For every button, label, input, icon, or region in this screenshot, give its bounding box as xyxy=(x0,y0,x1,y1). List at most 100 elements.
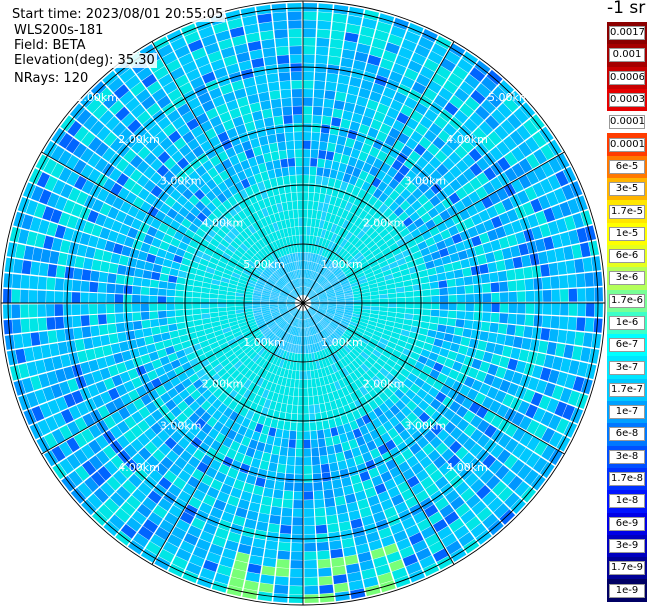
range-gate xyxy=(318,3,333,13)
range-gate xyxy=(56,265,66,278)
range-gate xyxy=(290,378,295,388)
range-gate xyxy=(480,273,491,284)
range-gate xyxy=(304,551,317,560)
range-gate xyxy=(506,324,516,336)
range-label: 5.00km xyxy=(243,258,285,271)
range-gate xyxy=(140,311,150,320)
range-gate xyxy=(420,321,430,329)
range-gate xyxy=(292,396,299,406)
range-gate xyxy=(318,567,332,577)
range-gate xyxy=(235,306,244,311)
range-gate xyxy=(276,176,284,186)
range-gate xyxy=(243,305,253,310)
colorbar: 0.0017 0.001 0.0006 0.0003 0.00017 0.0001 6e-5… xyxy=(607,22,647,602)
range-gate xyxy=(46,304,55,317)
colorbar-tick-label: 3e-8 xyxy=(609,449,645,464)
range-gate xyxy=(169,330,179,339)
colorbar-swatch: 0.0006 xyxy=(607,66,647,89)
range-gate xyxy=(303,422,310,431)
range-gate xyxy=(323,168,331,178)
range-gate xyxy=(299,235,303,244)
range-gate xyxy=(303,457,312,466)
range-gate xyxy=(254,119,265,130)
range-gate xyxy=(124,321,134,332)
range-gate xyxy=(256,127,267,138)
range-gate xyxy=(28,290,38,303)
range-gate xyxy=(107,323,117,334)
range-gate xyxy=(303,448,311,457)
range-gate xyxy=(288,166,296,176)
range-gate xyxy=(303,200,308,210)
range-gate xyxy=(430,288,440,296)
range-gate xyxy=(340,57,354,68)
range-gate xyxy=(551,289,560,302)
range-gate xyxy=(395,317,404,324)
range-gate xyxy=(420,276,430,284)
range-gate xyxy=(313,97,324,107)
range-gate xyxy=(81,326,92,338)
range-gate xyxy=(93,248,104,261)
range-gate xyxy=(308,396,314,405)
range-gate xyxy=(263,152,272,163)
range-gate xyxy=(325,151,335,161)
range-gate xyxy=(331,557,345,567)
range-gate xyxy=(280,89,292,99)
range-gate xyxy=(512,256,523,269)
colorbar-swatch: 0.0001 xyxy=(607,133,647,156)
range-gate xyxy=(265,125,276,136)
range-gate xyxy=(37,290,46,303)
range-gate xyxy=(303,80,314,89)
range-gate xyxy=(46,277,56,290)
range-gate xyxy=(476,254,487,265)
range-gate xyxy=(311,378,317,388)
range-gate xyxy=(291,542,303,552)
range-gate xyxy=(303,28,316,38)
range-gate xyxy=(278,542,291,552)
range-gate xyxy=(282,499,293,509)
range-gate xyxy=(288,210,294,219)
range-gate xyxy=(290,54,302,64)
range-gate xyxy=(310,158,318,167)
range-gate xyxy=(514,268,525,280)
range-gate xyxy=(286,140,295,150)
range-gate xyxy=(560,303,569,316)
range-gate xyxy=(158,288,167,296)
range-gate xyxy=(447,310,457,319)
range-gate xyxy=(317,20,332,30)
range-gate xyxy=(379,307,388,312)
range-gate xyxy=(371,303,380,307)
range-gate xyxy=(175,303,184,310)
range-gate xyxy=(422,309,431,316)
range-gate xyxy=(281,167,289,177)
colorbar-swatch: 1.7e-6 xyxy=(607,289,647,312)
range-gate xyxy=(310,149,319,159)
range-gate xyxy=(328,418,337,429)
range-gate xyxy=(284,123,294,133)
range-gate xyxy=(3,273,13,288)
range-gate xyxy=(144,261,154,271)
range-gate xyxy=(125,330,136,341)
colorbar-swatch: 6e-7 xyxy=(607,334,647,357)
range-gate xyxy=(524,314,534,326)
colorbar-tick-label: 1e-9 xyxy=(609,583,645,598)
range-gate xyxy=(98,271,109,283)
range-gate xyxy=(480,321,491,332)
range-gate xyxy=(332,108,343,119)
colorbar-tick-label: 6e-8 xyxy=(609,427,645,442)
range-gate xyxy=(514,325,525,337)
range-gate xyxy=(303,71,314,81)
range-gate xyxy=(593,318,603,333)
colorbar-tick-label: 1e-7 xyxy=(609,405,645,420)
range-gate xyxy=(146,253,157,264)
range-gate xyxy=(446,278,456,287)
range-gate xyxy=(551,303,560,316)
range-gate xyxy=(565,330,576,345)
range-gate xyxy=(262,108,273,119)
range-gate xyxy=(343,40,357,51)
range-gate xyxy=(321,472,332,482)
range-gate xyxy=(115,274,126,285)
range-gate xyxy=(473,312,483,321)
colorbar-swatch: 3e-5 xyxy=(607,178,647,201)
range-gate xyxy=(152,334,163,343)
range-gate xyxy=(435,331,445,340)
